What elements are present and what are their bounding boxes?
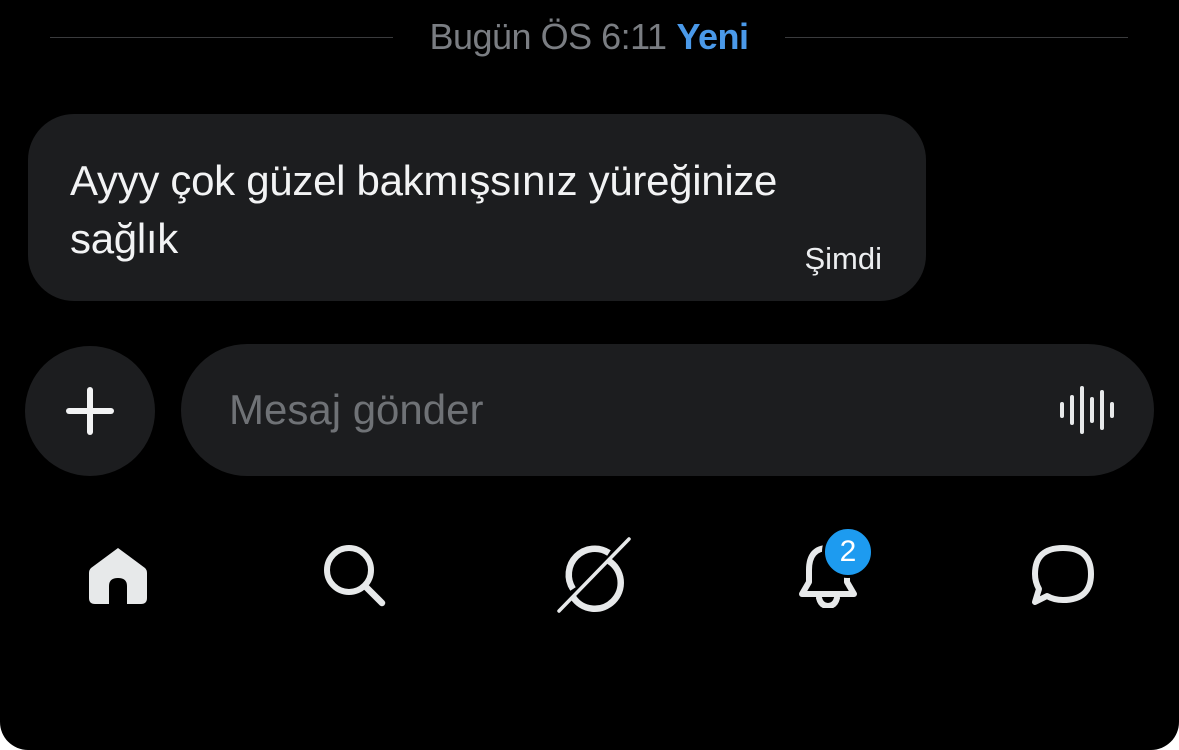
nav-messages[interactable] <box>1018 530 1108 620</box>
voice-wave-icon[interactable] <box>1058 386 1118 434</box>
notification-badge: 2 <box>822 526 874 578</box>
divider-date: Bugün ÖS 6:11 <box>429 16 667 57</box>
message-composer[interactable] <box>181 344 1154 476</box>
date-divider: Bugün ÖS 6:11 Yeni <box>50 14 1128 60</box>
add-attachment-button[interactable] <box>25 346 155 476</box>
nav-notifications[interactable]: 2 <box>783 526 874 620</box>
plus-icon <box>66 387 114 435</box>
divider-label: Bugün ÖS 6:11 Yeni <box>393 16 784 58</box>
grok-icon <box>557 537 631 613</box>
search-icon <box>324 545 386 607</box>
divider-line-left <box>50 36 394 38</box>
chat-bubble-icon <box>1032 545 1094 605</box>
received-message-bubble[interactable]: Ayyy çok güzel bakmışsınız yüreğinize sa… <box>28 114 926 301</box>
message-input[interactable] <box>229 386 1058 434</box>
message-timestamp: Şimdi <box>804 241 882 276</box>
bottom-navigation: 2 <box>0 526 1179 620</box>
home-icon <box>89 548 147 604</box>
nav-grok[interactable] <box>546 530 636 620</box>
nav-home[interactable] <box>73 530 163 620</box>
message-text: Ayyy çok güzel bakmışsınız yüreğinize sa… <box>70 157 778 262</box>
nav-search[interactable] <box>309 530 399 620</box>
divider-new-label: Yeni <box>676 16 749 57</box>
dm-conversation-screen: Bugün ÖS 6:11 Yeni Ayyy çok güzel bakmışs… <box>0 0 1179 750</box>
divider-line-right <box>784 36 1128 38</box>
